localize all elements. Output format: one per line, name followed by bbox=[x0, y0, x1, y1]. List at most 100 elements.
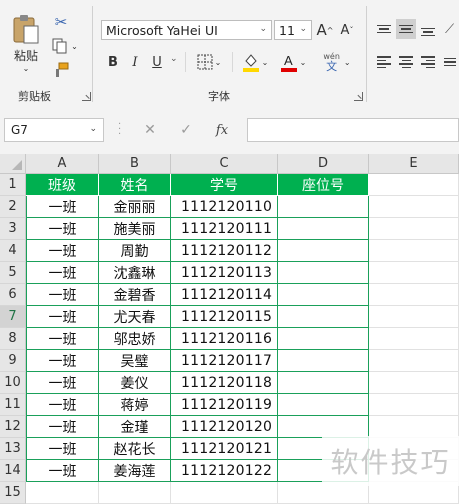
header-cell[interactable]: 座位号 bbox=[278, 174, 369, 196]
empty-cell[interactable] bbox=[171, 482, 278, 504]
row-header-8[interactable]: 8 bbox=[0, 328, 26, 350]
indent-button[interactable] bbox=[440, 52, 459, 72]
name-box[interactable]: G7 ⌄ bbox=[4, 118, 104, 142]
table-cell[interactable]: 1112120117 bbox=[171, 350, 278, 372]
table-cell[interactable]: 1112120113 bbox=[171, 262, 278, 284]
table-cell[interactable]: 姜海莲 bbox=[99, 460, 171, 482]
fill-color-button[interactable]: ⌄ bbox=[238, 50, 272, 74]
row-header-7[interactable]: 7 bbox=[0, 306, 26, 328]
font-color-button[interactable]: A ⌄ bbox=[276, 50, 310, 74]
table-cell[interactable]: 金碧香 bbox=[99, 284, 171, 306]
grow-font-button[interactable]: A ^ bbox=[315, 20, 335, 40]
select-all-button[interactable] bbox=[0, 154, 26, 174]
table-cell[interactable]: 沈鑫琳 bbox=[99, 262, 171, 284]
table-cell[interactable]: 一班 bbox=[26, 306, 99, 328]
header-cell[interactable]: 学号 bbox=[171, 174, 278, 196]
table-cell[interactable]: 吴璧 bbox=[99, 350, 171, 372]
empty-cell[interactable] bbox=[369, 394, 459, 416]
column-header-e[interactable]: E bbox=[369, 154, 459, 174]
table-cell[interactable] bbox=[278, 372, 369, 394]
table-cell[interactable] bbox=[278, 262, 369, 284]
row-header-10[interactable]: 10 bbox=[0, 372, 26, 394]
align-top-button[interactable] bbox=[374, 19, 394, 39]
copy-button[interactable]: ⌄ bbox=[50, 36, 80, 56]
empty-cell[interactable] bbox=[369, 240, 459, 262]
empty-cell[interactable] bbox=[99, 482, 171, 504]
align-center-button[interactable] bbox=[396, 52, 416, 72]
cancel-icon[interactable]: ✕ bbox=[132, 122, 168, 138]
empty-cell[interactable] bbox=[26, 482, 99, 504]
table-cell[interactable] bbox=[278, 196, 369, 218]
table-cell[interactable]: 一班 bbox=[26, 284, 99, 306]
table-cell[interactable]: 姜仪 bbox=[99, 372, 171, 394]
table-cell[interactable]: 1112120120 bbox=[171, 416, 278, 438]
border-button[interactable]: ⌄ bbox=[192, 52, 226, 72]
table-cell[interactable]: 一班 bbox=[26, 416, 99, 438]
table-cell[interactable]: 一班 bbox=[26, 460, 99, 482]
table-cell[interactable]: 金丽丽 bbox=[99, 196, 171, 218]
font-name-select[interactable]: Microsoft YaHei UI ⌄ bbox=[101, 20, 272, 40]
empty-cell[interactable] bbox=[369, 262, 459, 284]
insert-function-icon[interactable]: fx bbox=[204, 123, 240, 138]
empty-cell[interactable] bbox=[369, 196, 459, 218]
row-header-11[interactable]: 11 bbox=[0, 394, 26, 416]
table-cell[interactable]: 一班 bbox=[26, 394, 99, 416]
table-cell[interactable]: 金瑾 bbox=[99, 416, 171, 438]
table-cell[interactable] bbox=[278, 328, 369, 350]
table-cell[interactable] bbox=[278, 394, 369, 416]
row-header-5[interactable]: 5 bbox=[0, 262, 26, 284]
shrink-font-button[interactable]: Aˇ bbox=[337, 20, 357, 40]
table-cell[interactable]: 一班 bbox=[26, 196, 99, 218]
table-cell[interactable]: 1112120116 bbox=[171, 328, 278, 350]
table-cell[interactable]: 一班 bbox=[26, 240, 99, 262]
empty-cell[interactable] bbox=[369, 174, 459, 196]
align-right-button[interactable] bbox=[418, 52, 438, 72]
column-header-c[interactable]: C bbox=[171, 154, 278, 174]
table-cell[interactable]: 一班 bbox=[26, 262, 99, 284]
table-cell[interactable]: 一班 bbox=[26, 218, 99, 240]
table-cell[interactable]: 1112120110 bbox=[171, 196, 278, 218]
table-cell[interactable]: 蒋婷 bbox=[99, 394, 171, 416]
table-cell[interactable] bbox=[278, 284, 369, 306]
header-cell[interactable]: 姓名 bbox=[99, 174, 171, 196]
table-cell[interactable]: 一班 bbox=[26, 438, 99, 460]
table-cell[interactable]: 一班 bbox=[26, 350, 99, 372]
formula-input[interactable] bbox=[247, 118, 459, 142]
table-cell[interactable]: 周勤 bbox=[99, 240, 171, 262]
row-header-15[interactable]: 15 bbox=[0, 482, 26, 504]
align-bottom-button[interactable] bbox=[418, 19, 438, 39]
cut-button[interactable]: ✂ bbox=[50, 12, 72, 32]
empty-cell[interactable] bbox=[369, 218, 459, 240]
table-cell[interactable] bbox=[278, 240, 369, 262]
table-cell[interactable]: 1112120114 bbox=[171, 284, 278, 306]
table-cell[interactable]: 1112120118 bbox=[171, 372, 278, 394]
table-cell[interactable]: 一班 bbox=[26, 328, 99, 350]
row-header-2[interactable]: 2 bbox=[0, 196, 26, 218]
column-header-a[interactable]: A bbox=[26, 154, 99, 174]
table-cell[interactable]: 1112120111 bbox=[171, 218, 278, 240]
empty-cell[interactable] bbox=[369, 350, 459, 372]
chevron-down-icon[interactable]: ⌄ bbox=[23, 64, 30, 73]
empty-cell[interactable] bbox=[369, 306, 459, 328]
table-cell[interactable]: 1112120112 bbox=[171, 240, 278, 262]
row-header-1[interactable]: 1 bbox=[0, 174, 26, 196]
table-cell[interactable]: 赵花长 bbox=[99, 438, 171, 460]
dialog-launcher-icon[interactable] bbox=[354, 92, 363, 101]
column-header-d[interactable]: D bbox=[278, 154, 369, 174]
table-cell[interactable]: 1112120115 bbox=[171, 306, 278, 328]
row-header-3[interactable]: 3 bbox=[0, 218, 26, 240]
table-cell[interactable] bbox=[278, 350, 369, 372]
align-middle-button[interactable] bbox=[396, 19, 416, 39]
bold-button[interactable]: B bbox=[104, 52, 122, 72]
format-painter-button[interactable] bbox=[50, 60, 72, 80]
table-cell[interactable]: 1112120122 bbox=[171, 460, 278, 482]
column-header-b[interactable]: B bbox=[99, 154, 171, 174]
table-cell[interactable] bbox=[278, 306, 369, 328]
row-header-6[interactable]: 6 bbox=[0, 284, 26, 306]
row-header-13[interactable]: 13 bbox=[0, 438, 26, 460]
font-size-select[interactable]: 11 ⌄ bbox=[274, 20, 312, 40]
table-cell[interactable]: 1112120119 bbox=[171, 394, 278, 416]
table-cell[interactable]: 1112120121 bbox=[171, 438, 278, 460]
table-cell[interactable] bbox=[278, 218, 369, 240]
table-cell[interactable]: 邬忠娇 bbox=[99, 328, 171, 350]
